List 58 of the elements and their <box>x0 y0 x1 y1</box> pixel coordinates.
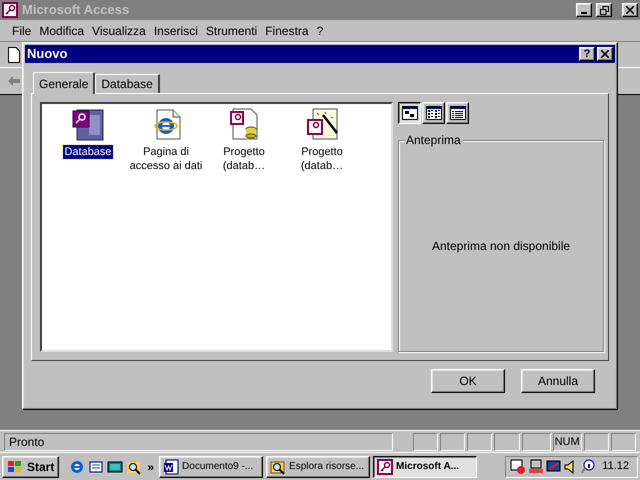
menu-item[interactable]: Modifica <box>35 22 88 40</box>
magnifier-folder-icon <box>270 458 286 474</box>
close-icon[interactable] <box>622 3 638 17</box>
dialog-button[interactable]: Annulla <box>521 369 595 393</box>
num-lock-indicator: NUM <box>552 432 582 450</box>
tab[interactable]: Generale <box>33 72 96 94</box>
preview-group-title: Anteprima <box>404 133 463 147</box>
taskbar-button[interactable]: Esplora risorse... <box>266 456 370 478</box>
status-panel <box>522 432 551 450</box>
clock: 11.12 <box>601 459 630 474</box>
small-icons-view-icon <box>426 106 442 120</box>
close-icon[interactable] <box>597 47 613 61</box>
new-document-icon[interactable] <box>8 46 20 62</box>
word-document-icon <box>163 458 180 474</box>
dialog-button[interactable]: OK <box>431 369 505 393</box>
view-button[interactable] <box>398 102 421 124</box>
help-button[interactable]: ? <box>579 47 595 61</box>
restore-icon[interactable] <box>596 3 612 17</box>
preview-message: Anteprima non disponibile <box>432 238 570 255</box>
window-title: Microsoft Access <box>22 1 130 20</box>
status-panel <box>584 432 609 450</box>
taskbar-button[interactable]: Microsoft A... <box>373 456 478 478</box>
menu-item[interactable]: Visualizza <box>88 22 150 40</box>
info-icon <box>580 458 596 474</box>
scheduler-icon <box>510 458 526 474</box>
template-label[interactable]: Progetto (datab… <box>284 145 360 173</box>
details-view-icon <box>450 106 466 120</box>
large-icons-view-icon <box>402 106 418 120</box>
key-icon <box>377 458 394 474</box>
minimize-icon[interactable] <box>576 3 592 17</box>
browser-globe-icon[interactable] <box>69 458 86 474</box>
status-text: Pronto <box>4 432 394 450</box>
database-icon <box>71 107 105 141</box>
display-icon <box>546 458 562 474</box>
template-label[interactable]: Database <box>63 145 113 159</box>
menu-item[interactable]: Strumenti <box>202 22 262 40</box>
network-icon <box>528 458 544 474</box>
windows-logo-icon <box>7 460 23 474</box>
status-panel <box>467 432 492 450</box>
status-panel <box>440 432 466 450</box>
more-chevron[interactable]: » <box>145 458 156 476</box>
project-wizard-icon <box>305 107 339 141</box>
tab[interactable]: Database <box>95 74 160 93</box>
menu-item[interactable]: Finestra <box>261 22 313 40</box>
menu-item[interactable]: Inserisci <box>150 22 202 40</box>
menu-item[interactable]: File <box>8 22 36 40</box>
taskbar-button[interactable]: Documento9 -... <box>159 456 264 478</box>
desktop-icon[interactable] <box>107 458 124 474</box>
channels-icon[interactable] <box>88 458 104 474</box>
dialog-title: Nuovo <box>27 45 68 64</box>
key-icon <box>2 2 18 18</box>
menu-item[interactable]: ? <box>312 22 328 40</box>
template-label[interactable]: Progetto (datab… <box>206 145 282 173</box>
status-panel <box>610 432 636 450</box>
start-button[interactable]: Start <box>2 456 60 478</box>
status-panel <box>412 432 438 450</box>
template-label[interactable]: Pagina di accesso ai dati <box>128 145 204 173</box>
status-panel <box>494 432 520 450</box>
